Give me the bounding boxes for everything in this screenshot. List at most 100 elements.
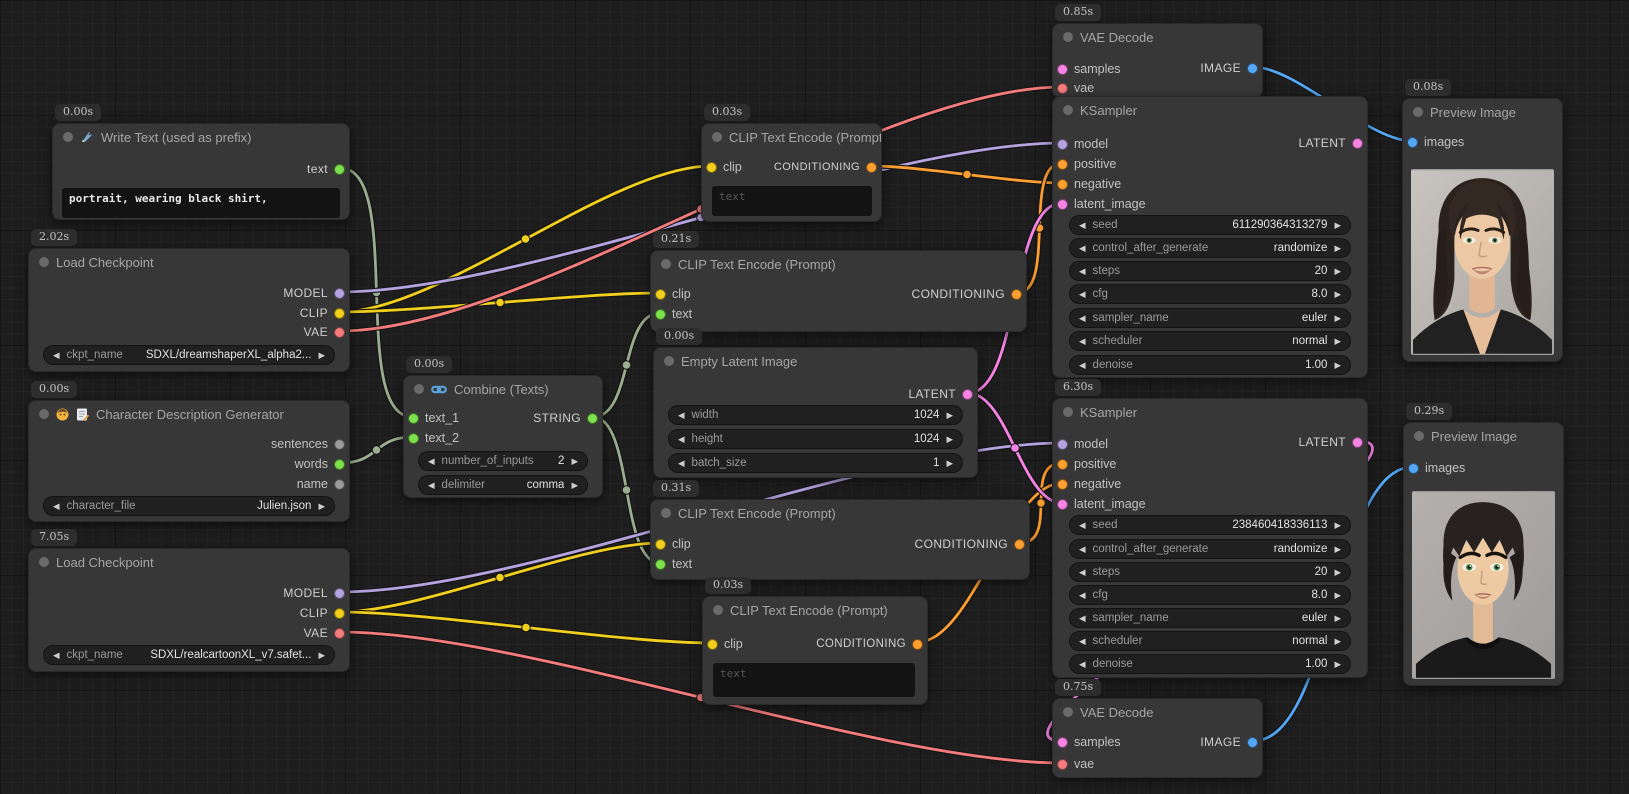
increment-arrow[interactable]: ▶	[1334, 660, 1341, 669]
input-slot-vae[interactable]: vae	[1057, 756, 1094, 772]
slot-dot[interactable]	[912, 639, 923, 650]
slot-dot[interactable]	[1057, 499, 1068, 510]
input-slot-text-1[interactable]: text_1	[408, 410, 459, 426]
slot-dot[interactable]	[1057, 83, 1068, 94]
input-slot-images[interactable]: images	[1407, 134, 1464, 150]
node-vae-decode-2[interactable]: 0.75s VAE Decode samples vae IMAGE	[1052, 698, 1263, 778]
widget-sampler-name[interactable]: ◀sampler_nameeuler▶	[1069, 308, 1351, 328]
slot-dot[interactable]	[1057, 479, 1068, 490]
slot-dot[interactable]	[655, 289, 666, 300]
output-slot-text[interactable]: text	[307, 161, 345, 177]
widget-cfg[interactable]: ◀cfg8.0▶	[1069, 284, 1351, 304]
node-titlebar[interactable]: Combine (Texts)	[404, 376, 602, 402]
widget-steps[interactable]: ◀steps20▶	[1069, 261, 1351, 281]
output-slot-image[interactable]: IMAGE	[1200, 60, 1258, 76]
node-preview-image-1[interactable]: 0.08s Preview Image images	[1402, 98, 1563, 362]
input-slot-clip[interactable]: clip	[655, 286, 691, 302]
decrement-arrow[interactable]: ◀	[53, 502, 60, 511]
decrement-arrow[interactable]: ◀	[1079, 660, 1086, 669]
collapse-dot[interactable]	[664, 356, 674, 366]
input-slot-model[interactable]: model	[1057, 436, 1108, 452]
decrement-arrow[interactable]: ◀	[1079, 221, 1086, 230]
node-titlebar[interactable]: KSampler	[1053, 399, 1367, 425]
slot-dot[interactable]	[1014, 539, 1025, 550]
increment-arrow[interactable]: ▶	[1334, 290, 1341, 299]
output-slot-conditioning[interactable]: CONDITIONING	[774, 159, 877, 175]
node-ksampler-2[interactable]: 6.30s KSampler model positive negative l…	[1052, 398, 1368, 678]
input-slot-samples[interactable]: samples	[1057, 734, 1121, 750]
node-character-description-generator[interactable]: 0.00s Character Description Generator se…	[28, 400, 350, 522]
widget-sampler-name[interactable]: ◀sampler_nameeuler▶	[1069, 608, 1351, 628]
collapse-dot[interactable]	[661, 259, 671, 269]
decrement-arrow[interactable]: ◀	[1079, 521, 1086, 530]
increment-arrow[interactable]: ▶	[1334, 314, 1341, 323]
increment-arrow[interactable]: ▶	[946, 459, 953, 468]
input-slot-negative[interactable]: negative	[1057, 176, 1121, 192]
slot-dot[interactable]	[1352, 437, 1363, 448]
slot-dot[interactable]	[334, 164, 345, 175]
input-slot-positive[interactable]: positive	[1057, 156, 1116, 172]
output-slot-string[interactable]: STRING	[533, 410, 598, 426]
node-titlebar[interactable]: CLIP Text Encode (Prompt)	[651, 251, 1026, 277]
input-slot-latent-image[interactable]: latent_image	[1057, 196, 1146, 212]
node-ksampler-1[interactable]: KSampler model positive negative latent_…	[1052, 96, 1368, 378]
input-slot-text-2[interactable]: text_2	[408, 430, 459, 446]
slot-dot[interactable]	[334, 288, 345, 299]
decrement-arrow[interactable]: ◀	[1079, 614, 1086, 623]
node-combine-texts[interactable]: 0.00s Combine (Texts) text_1 text_2 STRI…	[403, 375, 603, 498]
node-titlebar[interactable]: Empty Latent Image	[654, 348, 977, 374]
increment-arrow[interactable]: ▶	[946, 435, 953, 444]
prompt-text-input[interactable]: text	[713, 663, 915, 697]
slot-dot[interactable]	[1247, 737, 1258, 748]
output-slot-clip[interactable]: CLIP	[300, 305, 345, 321]
slot-dot[interactable]	[655, 559, 666, 570]
slot-dot[interactable]	[707, 639, 718, 650]
widget-denoise[interactable]: ◀denoise1.00▶	[1069, 355, 1351, 375]
decrement-arrow[interactable]: ◀	[678, 459, 685, 468]
node-load-checkpoint-2[interactable]: 7.05s Load Checkpoint MODEL CLIP VAE ◀ c…	[28, 548, 350, 672]
node-titlebar[interactable]: Preview Image	[1403, 99, 1562, 125]
input-slot-negative[interactable]: negative	[1057, 476, 1121, 492]
node-load-checkpoint-1[interactable]: 2.02s Load Checkpoint MODEL CLIP VAE ◀ c…	[28, 248, 350, 372]
output-slot-vae[interactable]: VAE	[304, 625, 345, 641]
decrement-arrow[interactable]: ◀	[1079, 290, 1086, 299]
slot-dot[interactable]	[334, 588, 345, 599]
node-clip-text-encode-negative-1[interactable]: 0.03s CLIP Text Encode (Prompt) clip CON…	[701, 123, 882, 222]
node-titlebar[interactable]: VAE Decode	[1053, 699, 1262, 725]
increment-arrow[interactable]: ▶	[1334, 267, 1341, 276]
increment-arrow[interactable]: ▶	[1334, 244, 1341, 253]
output-slot-conditioning[interactable]: CONDITIONING	[915, 536, 1025, 552]
widget-character-file[interactable]: ◀ character_file Julien.json ▶	[43, 496, 335, 516]
input-slot-clip[interactable]: clip	[655, 536, 691, 552]
node-titlebar[interactable]: KSampler	[1053, 97, 1367, 123]
output-slot-model[interactable]: MODEL	[283, 585, 345, 601]
node-empty-latent-image[interactable]: 0.00s Empty Latent Image LATENT ◀width10…	[653, 347, 978, 478]
collapse-dot[interactable]	[661, 508, 671, 518]
node-titlebar[interactable]: Load Checkpoint	[29, 249, 349, 275]
widget-seed[interactable]: ◀seed238460418336113▶	[1069, 515, 1351, 535]
widget-scheduler[interactable]: ◀schedulernormal▶	[1069, 631, 1351, 651]
input-slot-model[interactable]: model	[1057, 136, 1108, 152]
increment-arrow[interactable]: ▶	[318, 651, 325, 660]
decrement-arrow[interactable]: ◀	[1079, 568, 1086, 577]
slot-dot[interactable]	[706, 162, 717, 173]
node-clip-text-encode-negative-2[interactable]: 0.03s CLIP Text Encode (Prompt) clip CON…	[702, 596, 928, 705]
widget-ckpt-name[interactable]: ◀ ckpt_name SDXL/dreamshaperXL_alpha2...…	[43, 345, 335, 365]
decrement-arrow[interactable]: ◀	[1079, 361, 1086, 370]
increment-arrow[interactable]: ▶	[946, 411, 953, 420]
slot-dot[interactable]	[1352, 138, 1363, 149]
collapse-dot[interactable]	[63, 132, 73, 142]
input-slot-text[interactable]: text	[655, 556, 692, 572]
slot-dot[interactable]	[1057, 439, 1068, 450]
slot-dot[interactable]	[1011, 289, 1022, 300]
slot-dot[interactable]	[1407, 137, 1418, 148]
output-slot-vae[interactable]: VAE	[304, 324, 345, 340]
slot-dot[interactable]	[587, 413, 598, 424]
widget-cfg[interactable]: ◀cfg8.0▶	[1069, 585, 1351, 605]
output-slot-conditioning[interactable]: CONDITIONING	[816, 636, 923, 652]
slot-dot[interactable]	[408, 433, 419, 444]
output-slot-name[interactable]: name	[297, 476, 345, 492]
input-slot-vae[interactable]: vae	[1057, 80, 1094, 96]
widget-scheduler[interactable]: ◀schedulernormal▶	[1069, 331, 1351, 351]
output-slot-image[interactable]: IMAGE	[1200, 734, 1258, 750]
